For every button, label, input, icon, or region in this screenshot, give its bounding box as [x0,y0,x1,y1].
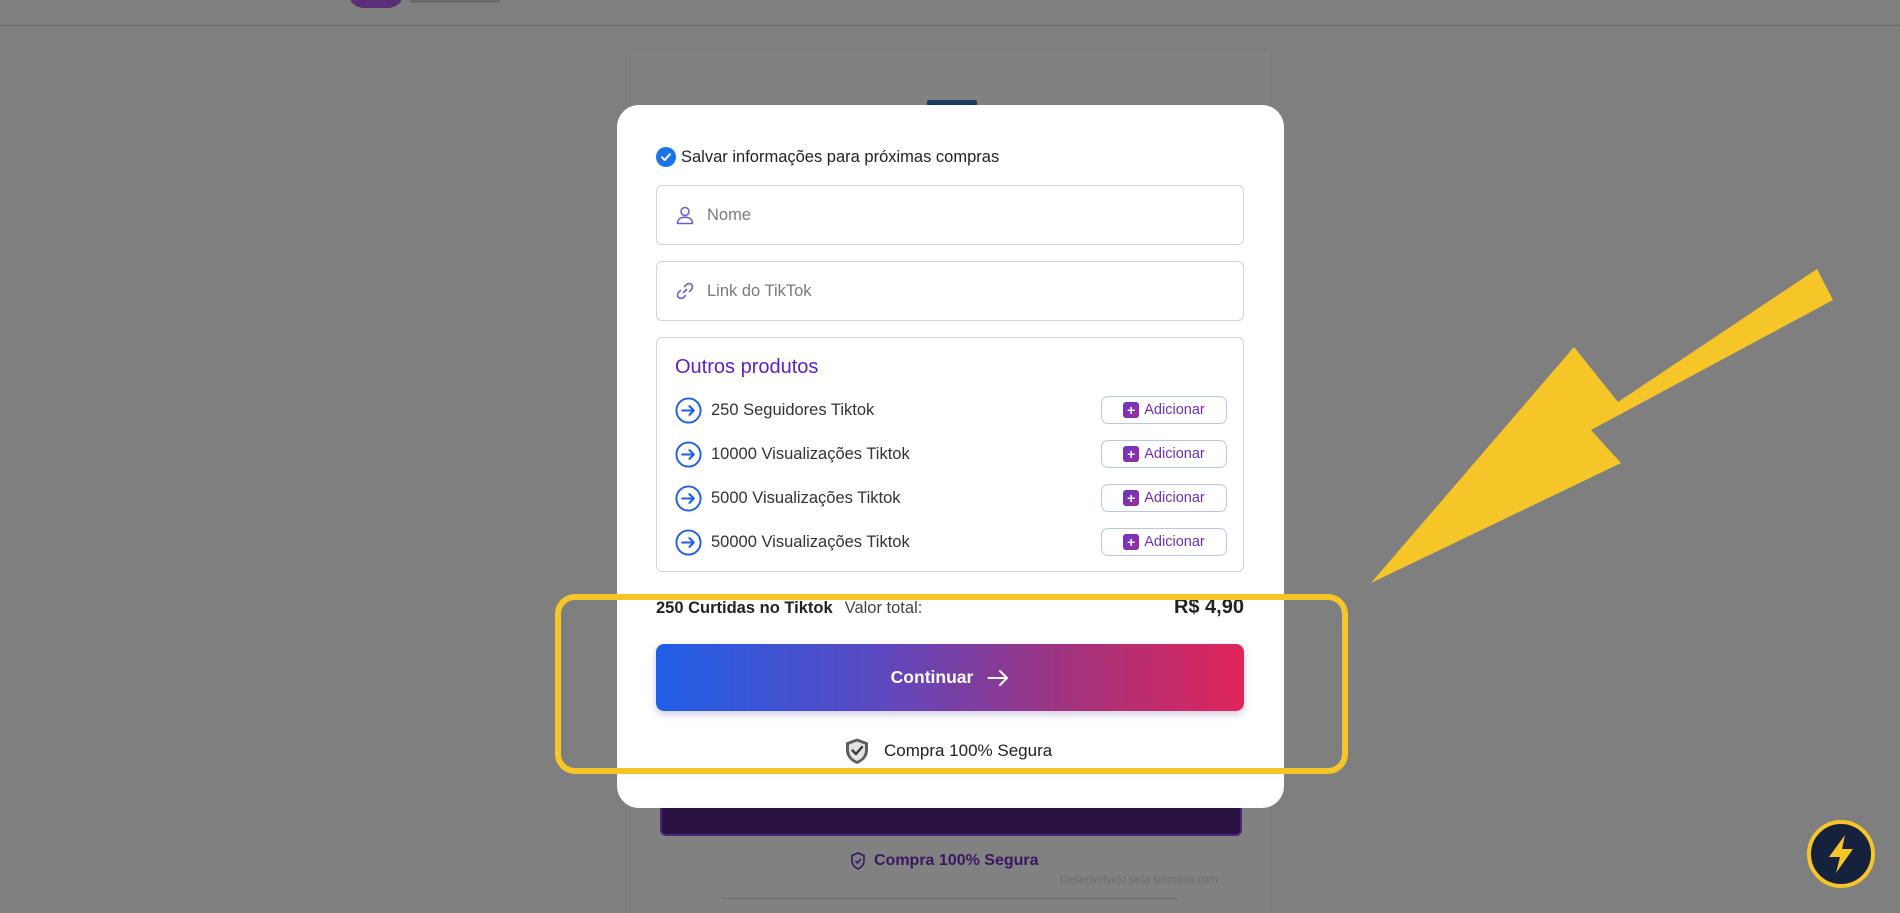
other-products-panel: Outros produtos 250 Seguidores Tiktok + … [656,337,1244,572]
logo-tagline [410,0,500,3]
add-product-button[interactable]: + Adicionar [1101,484,1227,512]
arrow-right-circle-icon [675,440,702,468]
tiktok-link-input[interactable] [707,281,1227,301]
add-button-label: Adicionar [1144,534,1205,550]
product-item: 5000 Visualizações Tiktok + Adicionar [675,483,1227,513]
save-info-label: Salvar informações para próximas compras [681,147,1000,166]
plus-square-icon: + [1123,490,1140,506]
plus-square-icon: + [1123,446,1140,462]
lightning-fab-button[interactable] [1807,820,1875,888]
background-developer-credit: Desenvolvido pela smmloja.com [1060,874,1218,886]
product-item: 10000 Visualizações Tiktok + Adicionar [675,439,1227,469]
name-input[interactable] [707,205,1227,225]
link-icon [676,282,694,300]
product-item: 50000 Visualizações Tiktok + Adicionar [675,527,1227,557]
product-label: 50000 Visualizações Tiktok [711,532,910,551]
save-info-checkbox-row[interactable]: Salvar informações para próximas compras [656,147,999,167]
background-secure-row: Compra 100% Segura [850,852,1039,870]
check-circle-icon[interactable] [656,147,676,167]
background-secure-label: Compra 100% Segura [874,852,1039,869]
user-icon [676,206,694,225]
product-label: 5000 Visualizações Tiktok [711,488,901,507]
name-field[interactable] [656,185,1244,245]
add-button-label: Adicionar [1144,490,1205,506]
background-divider [722,898,1178,899]
tiktok-link-field[interactable] [656,261,1244,321]
other-products-title: Outros produtos [675,356,819,378]
arrow-right-circle-icon [675,484,702,512]
highlight-annotation-box [555,594,1348,774]
plus-square-icon: + [1123,402,1140,418]
add-product-button[interactable]: + Adicionar [1101,528,1227,556]
lightning-icon [1829,835,1853,873]
product-item: 250 Seguidores Tiktok + Adicionar [675,395,1227,425]
arrow-right-circle-icon [675,528,702,556]
add-button-label: Adicionar [1144,402,1205,418]
add-product-button[interactable]: + Adicionar [1101,396,1227,424]
shield-icon [851,852,865,870]
plus-square-icon: + [1123,534,1140,550]
background-topbar [0,0,1900,26]
product-label: 250 Seguidores Tiktok [711,400,875,419]
product-label: 10000 Visualizações Tiktok [711,444,910,463]
add-product-button[interactable]: + Adicionar [1101,440,1227,468]
add-button-label: Adicionar [1144,446,1205,462]
pointer-arrow-annotation [1371,269,1833,583]
arrow-right-circle-icon [675,396,702,424]
